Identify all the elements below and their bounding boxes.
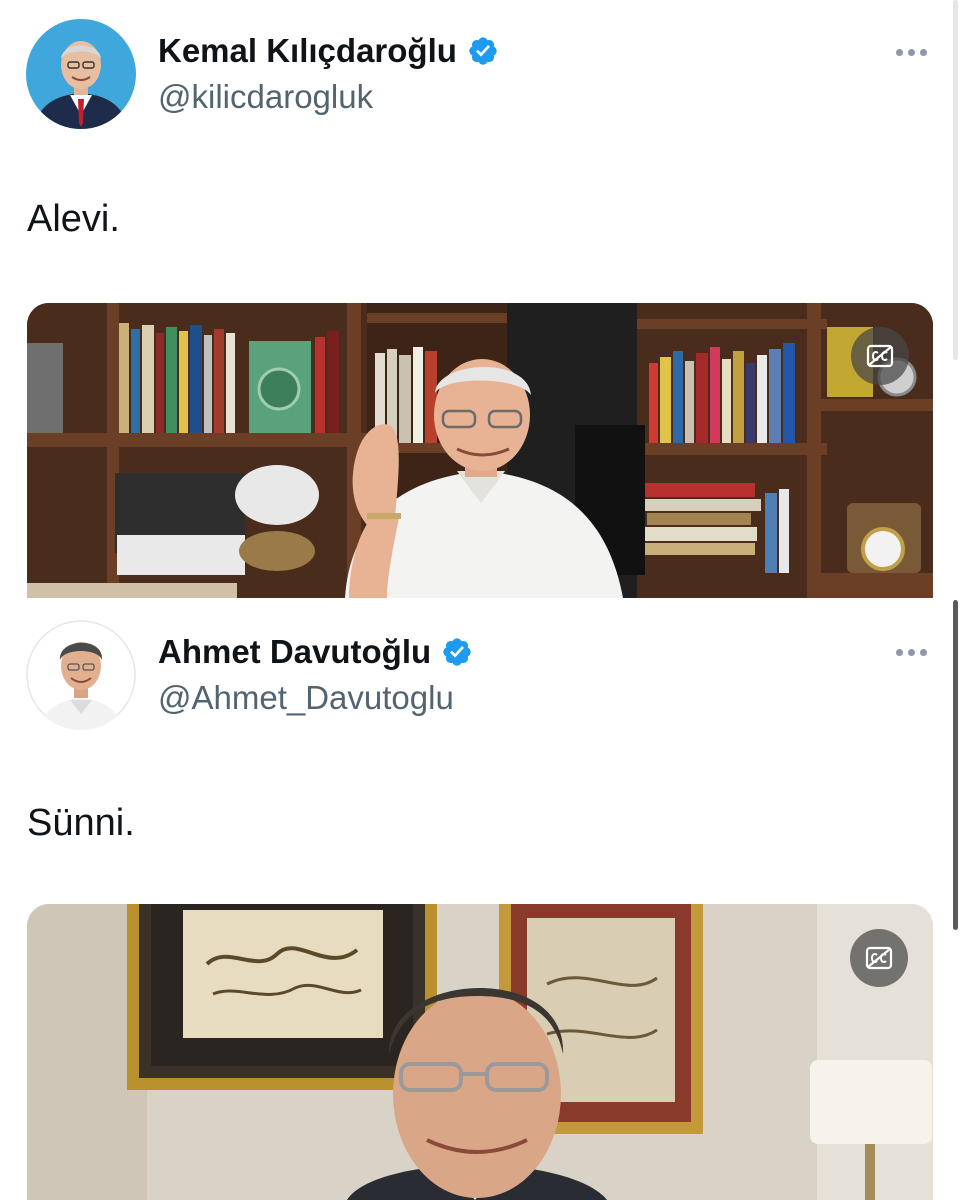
- avatar[interactable]: [26, 19, 136, 129]
- dot: [907, 648, 915, 656]
- display-name[interactable]: Ahmet Davutoğlu: [158, 631, 431, 673]
- scrollbar-track: [953, 0, 958, 360]
- cc-glyph: [865, 946, 893, 970]
- author-name-row: Ahmet Davutoğlu: [158, 631, 473, 673]
- dot: [895, 648, 903, 656]
- dot: [907, 48, 915, 56]
- closed-captions-icon[interactable]: [851, 327, 909, 385]
- author-handle[interactable]: @Ahmet_Davutoglu: [158, 678, 454, 718]
- author-handle[interactable]: @kilicdarogluk: [158, 77, 373, 117]
- avatar-image: [26, 620, 136, 730]
- video-frame-image: [27, 303, 933, 598]
- avatar-image: [26, 19, 136, 129]
- author-name-row: Kemal Kılıçdaroğlu: [158, 30, 499, 72]
- dot: [895, 48, 903, 56]
- verified-badge-icon: [469, 37, 497, 65]
- video-frame-image: [27, 904, 933, 1200]
- cc-glyph: [866, 344, 894, 368]
- tweet-text: Alevi.: [27, 198, 120, 240]
- dot: [919, 648, 927, 656]
- tweet-video[interactable]: [27, 303, 933, 598]
- display-name[interactable]: Kemal Kılıçdaroğlu: [158, 30, 457, 72]
- tweet-text: Sünni.: [27, 802, 135, 844]
- avatar[interactable]: [26, 620, 136, 730]
- tweet-video[interactable]: [27, 904, 933, 1200]
- more-options-icon[interactable]: [886, 37, 936, 67]
- verified-badge-icon: [443, 638, 471, 666]
- scrollbar-thumb[interactable]: [953, 600, 958, 930]
- dot: [919, 48, 927, 56]
- more-options-icon[interactable]: [886, 637, 936, 667]
- closed-captions-icon[interactable]: [850, 929, 908, 987]
